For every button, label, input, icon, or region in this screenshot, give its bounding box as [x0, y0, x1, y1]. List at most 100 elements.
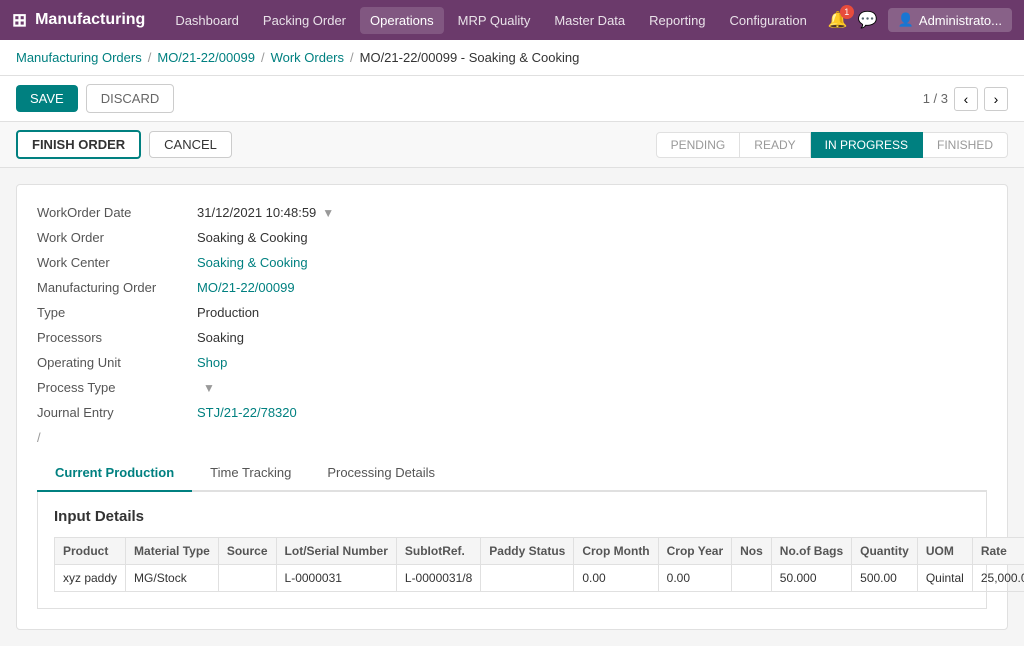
value-work-center: Soaking & Cooking	[197, 255, 308, 270]
value-journal-entry: STJ/21-22/78320	[197, 405, 297, 420]
label-type: Type	[37, 305, 197, 320]
nav-configuration[interactable]: Configuration	[720, 7, 817, 34]
field-process-type: Process Type ▼	[37, 380, 987, 395]
cell-source	[218, 565, 276, 592]
status-pending[interactable]: PENDING	[656, 132, 741, 158]
value-processors: Soaking	[197, 330, 244, 345]
cell-quantity: 500.00	[852, 565, 918, 592]
status-finished[interactable]: FINISHED	[923, 132, 1008, 158]
label-work-order: Work Order	[37, 230, 197, 245]
col-quantity: Quantity	[852, 538, 918, 565]
label-workorder-date: WorkOrder Date	[37, 205, 197, 220]
workorder-date-dropdown[interactable]: ▼	[322, 206, 334, 220]
col-source: Source	[218, 538, 276, 565]
cell-material-type: MG/Stock	[126, 565, 219, 592]
table-row[interactable]: xyz paddy MG/Stock L-0000031 L-0000031/8…	[55, 565, 1024, 592]
process-type-dropdown[interactable]: ▼	[203, 381, 215, 395]
field-type: Type Production	[37, 305, 987, 320]
field-operating-unit: Operating Unit Shop	[37, 355, 987, 370]
nav-packing-order[interactable]: Packing Order	[253, 7, 356, 34]
cell-rate: 25,000.00	[972, 565, 1024, 592]
value-type: Production	[197, 305, 259, 320]
col-no-of-bags: No.of Bags	[771, 538, 851, 565]
nav-master-data[interactable]: Master Data	[544, 7, 635, 34]
main-content: WorkOrder Date 31/12/2021 10:48:59 ▼ Wor…	[0, 168, 1024, 646]
breadcrumb-current: MO/21-22/00099 - Soaking & Cooking	[360, 50, 580, 65]
label-process-type: Process Type	[37, 380, 197, 395]
breadcrumb-sep-2: /	[261, 50, 265, 65]
col-crop-year: Crop Year	[658, 538, 731, 565]
nav-mrp-quality[interactable]: MRP Quality	[448, 7, 541, 34]
table-header-row: Product Material Type Source Lot/Serial …	[55, 538, 1024, 565]
grid-icon[interactable]: ⊞	[12, 10, 27, 31]
cell-crop-year: 0.00	[658, 565, 731, 592]
form-card: WorkOrder Date 31/12/2021 10:48:59 ▼ Wor…	[16, 184, 1008, 630]
cancel-button[interactable]: CANCEL	[149, 131, 232, 158]
input-details-table: Product Material Type Source Lot/Serial …	[54, 537, 1024, 592]
nav-operations[interactable]: Operations	[360, 7, 444, 34]
col-product: Product	[55, 538, 126, 565]
topnav-menu: Dashboard Packing Order Operations MRP Q…	[165, 7, 828, 34]
field-work-center: Work Center Soaking & Cooking	[37, 255, 987, 270]
cell-uom: Quintal	[917, 565, 972, 592]
nav-reporting[interactable]: Reporting	[639, 7, 715, 34]
tab-current-production[interactable]: Current Production	[37, 455, 192, 492]
label-work-center: Work Center	[37, 255, 197, 270]
cell-lot-serial: L-0000031	[276, 565, 396, 592]
value-operating-unit: Shop	[197, 355, 227, 370]
field-manufacturing-order: Manufacturing Order MO/21-22/00099	[37, 280, 987, 295]
tab-processing-details[interactable]: Processing Details	[309, 455, 453, 492]
field-workorder-date: WorkOrder Date 31/12/2021 10:48:59 ▼	[37, 205, 987, 220]
value-work-order: Soaking & Cooking	[197, 230, 308, 245]
app-name: Manufacturing	[35, 11, 145, 29]
col-subiot-ref: SubIotRef.	[396, 538, 480, 565]
status-ready[interactable]: READY	[740, 132, 810, 158]
value-process-type: ▼	[197, 381, 215, 395]
field-work-order: Work Order Soaking & Cooking	[37, 230, 987, 245]
col-nos: Nos	[732, 538, 772, 565]
cell-nos	[732, 565, 772, 592]
label-journal-entry: Journal Entry	[37, 405, 197, 420]
breadcrumb-manufacturing-orders[interactable]: Manufacturing Orders	[16, 50, 142, 65]
value-workorder-date: 31/12/2021 10:48:59 ▼	[197, 205, 334, 220]
prev-page-button[interactable]: ‹	[954, 87, 978, 111]
col-material-type: Material Type	[126, 538, 219, 565]
cell-paddy-status	[481, 565, 574, 592]
discard-button[interactable]: DISCARD	[86, 84, 175, 113]
action-bar2: FINISH ORDER CANCEL PENDING READY IN PRO…	[0, 122, 1024, 168]
breadcrumb-sep-3: /	[350, 50, 354, 65]
next-page-button[interactable]: ›	[984, 87, 1008, 111]
tabs: Current Production Time Tracking Process…	[37, 455, 987, 492]
topnav-right: 🔔 1 💬 👤 Administrato...	[828, 8, 1012, 32]
nav-dashboard[interactable]: Dashboard	[165, 7, 249, 34]
chat-icon[interactable]: 💬	[858, 10, 878, 30]
save-button[interactable]: SAVE	[16, 85, 78, 112]
notification-icon[interactable]: 🔔 1	[828, 10, 848, 30]
status-in-progress[interactable]: IN PROGRESS	[811, 132, 923, 158]
col-uom: UOM	[917, 538, 972, 565]
breadcrumb-sep-1: /	[148, 50, 152, 65]
field-processors: Processors Soaking	[37, 330, 987, 345]
col-paddy-status: Paddy Status	[481, 538, 574, 565]
cell-no-of-bags: 50.000	[771, 565, 851, 592]
table-section: Input Details Product Material Type Sour…	[37, 492, 987, 609]
app-logo: ⊞ Manufacturing	[12, 10, 145, 31]
notification-badge: 1	[840, 5, 854, 19]
breadcrumb: Manufacturing Orders / MO/21-22/00099 / …	[0, 40, 1024, 76]
field-journal-entry: Journal Entry STJ/21-22/78320	[37, 405, 987, 420]
user-label: Administrato...	[919, 13, 1002, 28]
pagination-text: 1 / 3	[923, 91, 948, 106]
finish-order-button[interactable]: FINISH ORDER	[16, 130, 141, 159]
pagination: 1 / 3 ‹ ›	[923, 87, 1008, 111]
label-manufacturing-order: Manufacturing Order	[37, 280, 197, 295]
breadcrumb-work-orders[interactable]: Work Orders	[271, 50, 344, 65]
tab-time-tracking[interactable]: Time Tracking	[192, 455, 309, 492]
topnav: ⊞ Manufacturing Dashboard Packing Order …	[0, 0, 1024, 40]
breadcrumb-mo-number[interactable]: MO/21-22/00099	[157, 50, 255, 65]
user-avatar-icon: 👤	[898, 12, 914, 28]
cell-crop-month: 0.00	[574, 565, 658, 592]
label-operating-unit: Operating Unit	[37, 355, 197, 370]
slash-separator: /	[37, 430, 987, 445]
user-menu[interactable]: 👤 Administrato...	[888, 8, 1012, 32]
status-pills: PENDING READY IN PROGRESS FINISHED	[656, 132, 1008, 158]
